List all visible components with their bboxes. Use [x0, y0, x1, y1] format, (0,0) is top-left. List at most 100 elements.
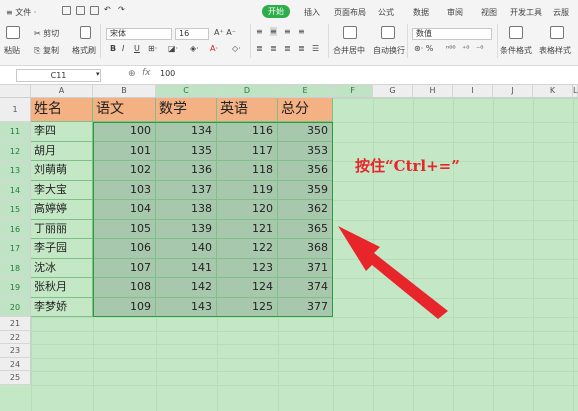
row-header-19[interactable]: 19 — [0, 278, 31, 298]
header-cell[interactable]: 总分 — [278, 98, 333, 122]
chinese-cell[interactable]: 109 — [93, 297, 156, 317]
column-header-g[interactable]: G — [373, 85, 413, 98]
column-header-l[interactable]: L — [573, 85, 578, 98]
total-cell[interactable]: 371 — [278, 258, 333, 278]
chinese-cell[interactable]: 105 — [93, 219, 156, 239]
align-top-icon[interactable]: ≡ — [256, 27, 263, 36]
distribute-icon[interactable]: ☰ — [312, 44, 319, 53]
tab-review[interactable]: 审阅 — [447, 7, 463, 18]
row-header-1[interactable]: 1 — [0, 98, 31, 122]
header-cell[interactable]: 姓名 — [31, 98, 93, 122]
english-cell[interactable]: 122 — [217, 239, 278, 259]
column-header-d[interactable]: D — [217, 85, 278, 98]
total-cell[interactable]: 353 — [278, 141, 333, 161]
format-painter-icon[interactable] — [80, 26, 91, 39]
conditional-format-button[interactable]: 条件格式 — [500, 45, 532, 56]
math-cell[interactable]: 138 — [156, 200, 217, 220]
column-header-j[interactable]: J — [493, 85, 533, 98]
border-icon[interactable]: ⊞· — [148, 44, 157, 53]
function-icon[interactable]: fx — [142, 68, 151, 78]
english-cell[interactable]: 119 — [217, 180, 278, 200]
english-cell[interactable]: 117 — [217, 141, 278, 161]
tab-view[interactable]: 视图 — [481, 7, 497, 18]
font-size-select[interactable]: 16 — [175, 28, 209, 40]
copy-button[interactable]: ⎘ 复制 — [34, 45, 59, 56]
save-icon[interactable] — [62, 6, 71, 15]
align-middle-icon[interactable]: ≡ — [270, 27, 277, 36]
math-cell[interactable]: 140 — [156, 239, 217, 259]
tab-developer[interactable]: 开发工具 — [510, 7, 542, 18]
font-name-select[interactable]: 宋体 — [106, 28, 172, 40]
column-header-e[interactable]: E — [278, 85, 333, 98]
header-cell[interactable]: 语文 — [93, 98, 156, 122]
column-header-i[interactable]: I — [453, 85, 493, 98]
english-cell[interactable]: 116 — [217, 122, 278, 142]
name-cell[interactable]: 胡月 — [31, 141, 93, 161]
align-left-icon[interactable]: ≣ — [256, 44, 263, 53]
total-cell[interactable]: 359 — [278, 180, 333, 200]
header-cell[interactable]: 英语 — [217, 98, 278, 122]
name-cell[interactable]: 丁丽丽 — [31, 219, 93, 239]
name-cell[interactable]: 沈冰 — [31, 258, 93, 278]
undo-icon[interactable]: ↶ — [104, 5, 113, 14]
math-cell[interactable]: 141 — [156, 258, 217, 278]
row-header-20[interactable]: 20 — [0, 297, 31, 317]
format-painter-button[interactable]: 格式刷 — [72, 45, 96, 56]
row-header-15[interactable]: 15 — [0, 200, 31, 220]
wrap-text-icon[interactable] — [381, 26, 395, 39]
justify-icon[interactable]: ≣ — [298, 44, 305, 53]
align-bottom-icon[interactable]: ≡ — [284, 27, 291, 36]
name-cell[interactable]: 张秋月 — [31, 278, 93, 298]
increase-decimal-icon[interactable]: ⁺⁰ — [462, 44, 469, 53]
math-cell[interactable]: 139 — [156, 219, 217, 239]
chinese-cell[interactable]: 101 — [93, 141, 156, 161]
tab-page-layout[interactable]: 页面布局 — [334, 7, 366, 18]
chinese-cell[interactable]: 100 — [93, 122, 156, 142]
row-header-24[interactable]: 24 — [0, 357, 31, 371]
math-cell[interactable]: 136 — [156, 161, 217, 181]
row-header-17[interactable]: 17 — [0, 239, 31, 259]
name-box[interactable]: C11 — [16, 69, 101, 82]
row-header-14[interactable]: 14 — [0, 180, 31, 200]
english-cell[interactable]: 120 — [217, 200, 278, 220]
select-all-corner[interactable] — [0, 85, 31, 98]
column-header-c[interactable]: C — [156, 85, 217, 98]
tab-home[interactable]: 开始 — [262, 5, 290, 18]
tab-formulas[interactable]: 公式 — [378, 7, 394, 18]
chinese-cell[interactable]: 103 — [93, 180, 156, 200]
bold-icon[interactable]: B — [110, 44, 116, 53]
name-cell[interactable]: 李子园 — [31, 239, 93, 259]
tab-data[interactable]: 数据 — [413, 7, 429, 18]
zoom-icon[interactable]: ⊕ — [128, 69, 136, 79]
tab-insert[interactable]: 插入 — [304, 7, 320, 18]
thousands-icon[interactable]: ⁿ⁰⁰ — [446, 44, 456, 53]
chinese-cell[interactable]: 102 — [93, 161, 156, 181]
redo-icon[interactable]: ↷ — [118, 5, 127, 14]
row-header-18[interactable]: 18 — [0, 258, 31, 278]
name-cell[interactable]: 李大宝 — [31, 180, 93, 200]
paste-icon[interactable] — [6, 26, 20, 39]
table-style-button[interactable]: 表格样式 — [539, 45, 571, 56]
font-color-icon[interactable]: A· — [210, 44, 218, 53]
row-header-13[interactable]: 13 — [0, 161, 31, 181]
number-format-select[interactable]: 数值 — [412, 28, 492, 40]
print-preview-icon[interactable] — [90, 6, 99, 15]
column-header-a[interactable]: A — [31, 85, 93, 98]
row-header-25[interactable]: 25 — [0, 371, 31, 385]
fill-icon[interactable]: ◪· — [168, 44, 178, 53]
math-cell[interactable]: 137 — [156, 180, 217, 200]
name-box-dropdown-icon[interactable]: ▾ — [96, 70, 100, 78]
row-header-16[interactable]: 16 — [0, 219, 31, 239]
font-grow-icon[interactable]: A⁺ A⁻ — [214, 28, 236, 37]
total-cell[interactable]: 377 — [278, 297, 333, 317]
row-header-22[interactable]: 22 — [0, 330, 31, 344]
wrap-text-button[interactable]: 自动换行 — [373, 45, 405, 56]
chinese-cell[interactable]: 104 — [93, 200, 156, 220]
chinese-cell[interactable]: 108 — [93, 278, 156, 298]
italic-icon[interactable]: I — [122, 44, 124, 53]
name-cell[interactable]: 李四 — [31, 122, 93, 142]
file-menu[interactable]: ≡ 文件 · — [6, 7, 36, 18]
name-cell[interactable]: 李梦娇 — [31, 297, 93, 317]
merge-icon[interactable] — [343, 26, 357, 39]
chinese-cell[interactable]: 107 — [93, 258, 156, 278]
